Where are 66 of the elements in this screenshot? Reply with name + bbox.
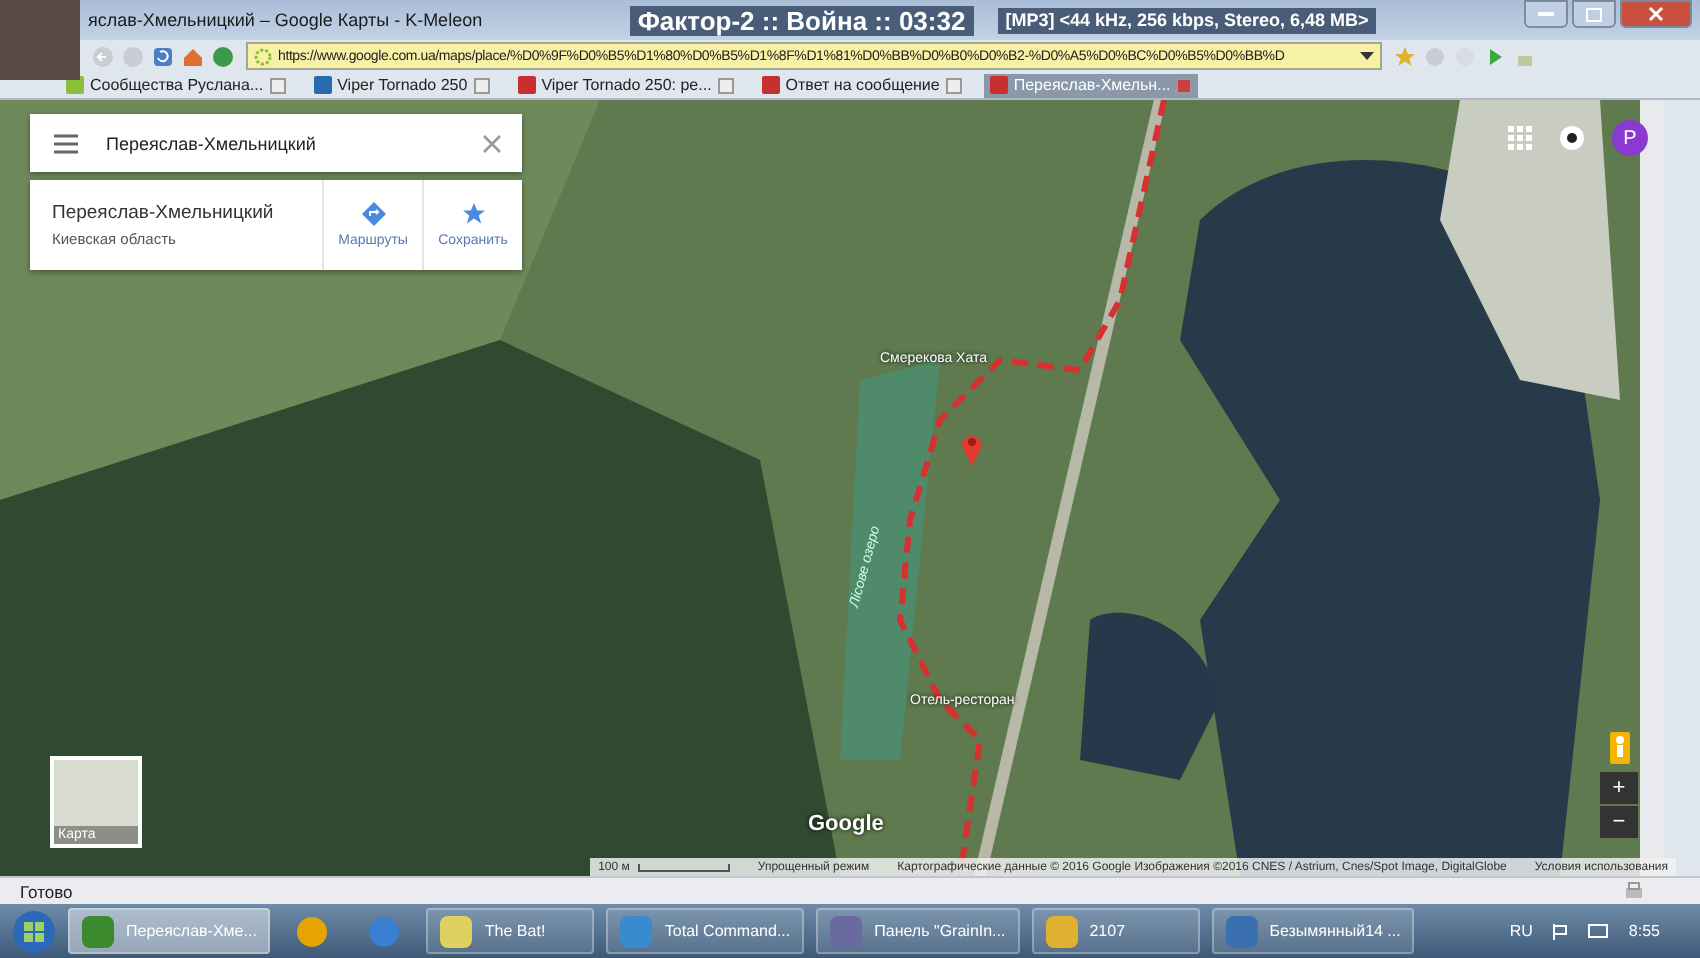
- site-icon: [989, 76, 1008, 94]
- start-button[interactable]: [12, 909, 56, 953]
- taskbar-button[interactable]: Панель "GrainIn...: [816, 908, 1020, 954]
- browser-tab[interactable]: Viper Tornado 250: ре...: [511, 73, 740, 97]
- minimize-icon: [1538, 11, 1554, 17]
- circle-icon[interactable]: [1424, 45, 1446, 67]
- pegman-icon[interactable]: [1610, 732, 1630, 764]
- directions-icon: [361, 202, 385, 226]
- home-icon[interactable]: [182, 45, 204, 67]
- app-icon: [830, 915, 863, 947]
- app-icon: [620, 915, 653, 947]
- zoom-out-button[interactable]: −: [1600, 806, 1638, 838]
- monitor-icon[interactable]: [1588, 923, 1609, 939]
- star-icon: [461, 202, 485, 226]
- browser-tab[interactable]: Ответ на сообщение: [755, 73, 968, 97]
- photo-placeholder: [0, 0, 80, 80]
- place-name: Переяслав-Хмельницкий: [52, 202, 276, 224]
- apps-grid-icon[interactable]: [1508, 126, 1532, 150]
- status-text: Готово: [20, 881, 73, 901]
- maximize-icon: [1586, 7, 1602, 21]
- browser-tab[interactable]: Viper Tornado 250: [307, 73, 496, 97]
- reload-icon[interactable]: [152, 45, 174, 67]
- language-indicator[interactable]: RU: [1509, 922, 1533, 940]
- search-field[interactable]: Переяслав-Хмельницкий: [106, 133, 454, 153]
- app-icon: [440, 915, 473, 947]
- site-icon: [313, 76, 332, 94]
- taskbar-button[interactable]: Total Command...: [606, 908, 805, 954]
- close-icon: [1648, 6, 1664, 22]
- notification-dot-icon[interactable]: [1560, 126, 1584, 150]
- close-icon[interactable]: [1176, 77, 1193, 93]
- taskbar-button[interactable]: Безымянный14 ...: [1211, 908, 1415, 954]
- google-logo: Google: [808, 812, 884, 836]
- star-icon[interactable]: [1394, 45, 1416, 67]
- taskbar-button[interactable]: 2107: [1031, 908, 1200, 954]
- browser-tab[interactable]: Сообщества Руслана...: [60, 73, 292, 97]
- taskbar-button[interactable]: The Bat!: [426, 908, 595, 954]
- square-icon[interactable]: [717, 77, 734, 93]
- location-pin-icon[interactable]: [960, 430, 984, 466]
- app-icon: [296, 915, 329, 947]
- minimize-button[interactable]: [1524, 0, 1568, 28]
- back-icon[interactable]: [92, 45, 114, 67]
- window-title: яслав-Хмельницкий – Google Карты - K-Meleon: [88, 10, 483, 30]
- scale-bar: [637, 863, 730, 871]
- player-info-overlay: [MP3] <44 kHz, 256 kbps, Stereo, 6,48 MB>: [997, 7, 1377, 33]
- flag-icon[interactable]: [1552, 923, 1569, 939]
- square-icon[interactable]: [269, 77, 286, 93]
- square-icon[interactable]: [945, 77, 962, 93]
- player-track-overlay: Фактор-2 :: Война :: 03:32: [629, 5, 974, 35]
- zoom-in-button[interactable]: +: [1600, 772, 1638, 804]
- site-icon: [254, 47, 272, 65]
- close-button[interactable]: [1620, 0, 1692, 28]
- browser-tab[interactable]: Переяслав-Хмельн...: [983, 73, 1199, 97]
- site-icon: [517, 76, 536, 94]
- satellite-map-drawing[interactable]: [0, 100, 1664, 876]
- close-icon[interactable]: [482, 133, 502, 153]
- clock[interactable]: 8:55: [1628, 922, 1660, 940]
- menu-icon[interactable]: [54, 133, 78, 153]
- app-icon: [368, 915, 401, 947]
- maximize-button[interactable]: [1572, 0, 1616, 28]
- site-icon: [761, 76, 780, 94]
- play-icon[interactable]: [1484, 45, 1506, 67]
- app-icon: [1225, 915, 1258, 947]
- dropdown-icon[interactable]: [1360, 51, 1374, 61]
- square-icon[interactable]: [473, 77, 490, 93]
- app-icon: [1045, 915, 1078, 947]
- app-icon: [82, 915, 114, 947]
